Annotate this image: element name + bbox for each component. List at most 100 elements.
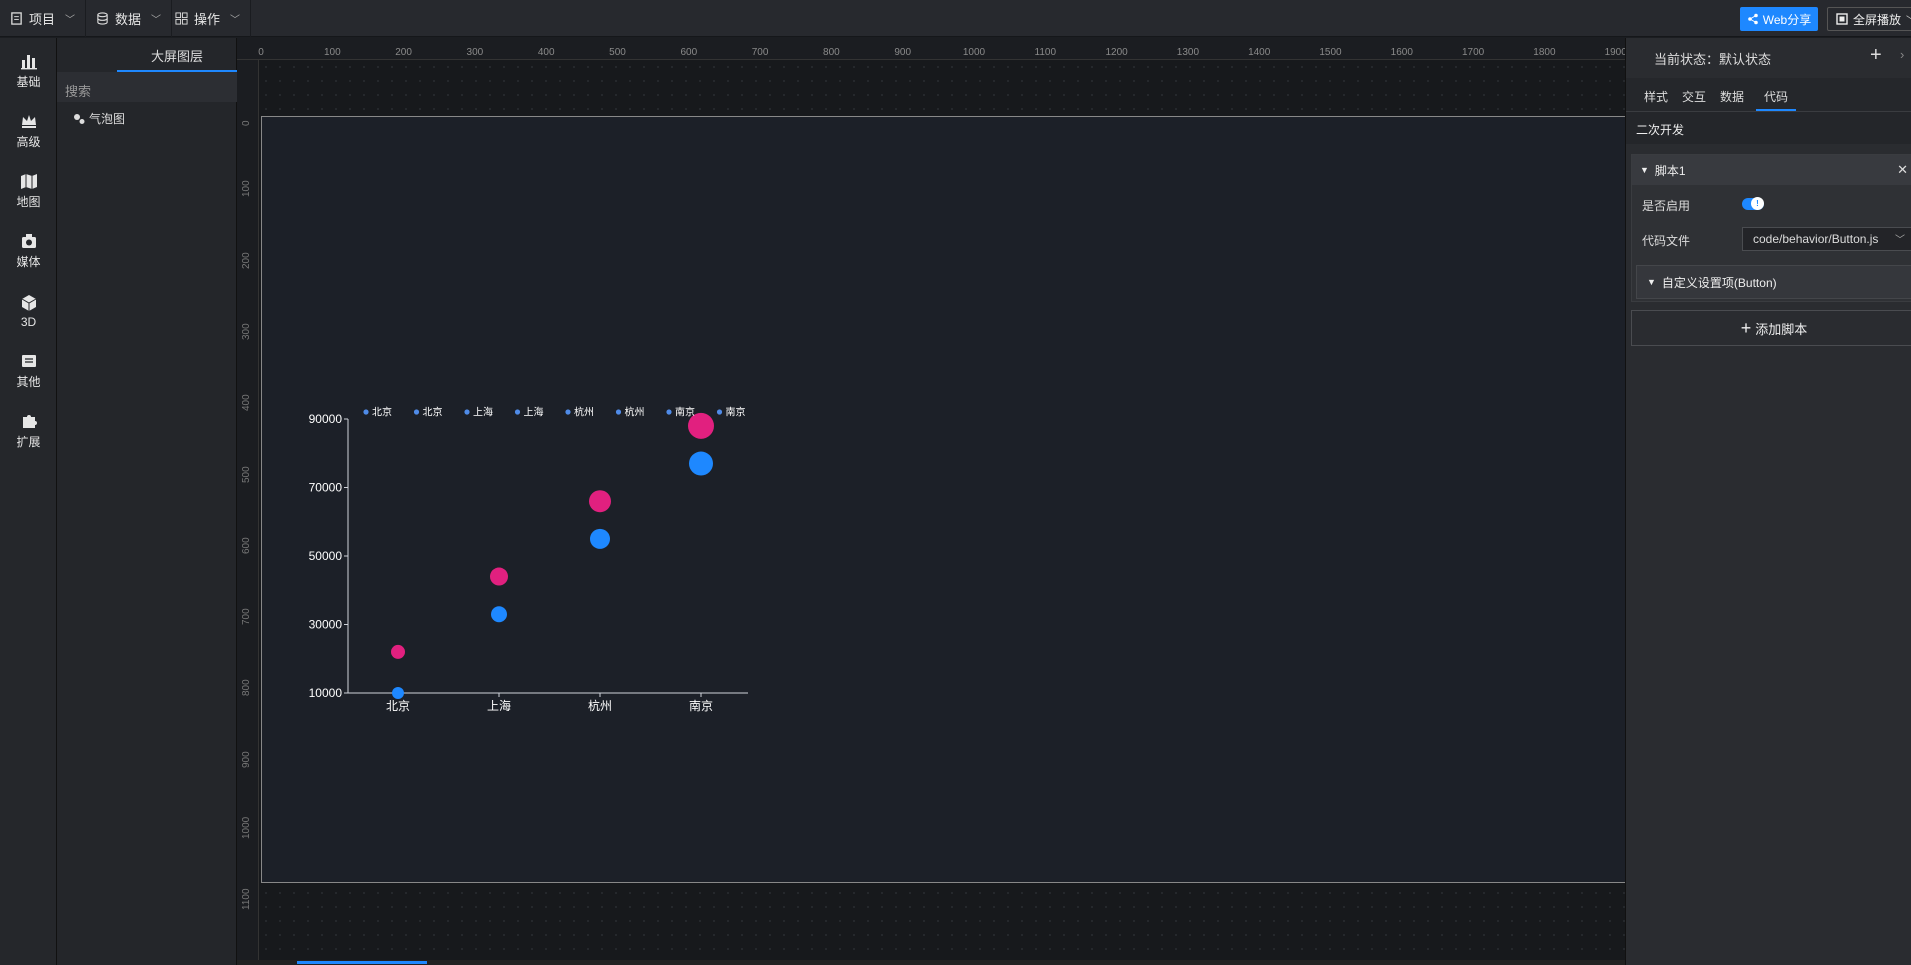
chevron-down-icon: ﹀ (1906, 12, 1911, 27)
legend-item-label: 北京 (423, 406, 443, 419)
layer-item[interactable]: 气泡图 (73, 110, 125, 127)
ruler-tick-label: 600 (241, 537, 252, 554)
legend-marker (514, 409, 521, 415)
ruler-tick-label: 800 (241, 679, 252, 697)
tab-interaction[interactable]: 交互 (1682, 88, 1706, 105)
document-icon (11, 12, 22, 25)
legend-item-label: 上海 (473, 406, 493, 419)
ruler-tick-label: 200 (395, 47, 412, 58)
add-script-button[interactable]: + 添加脚本 (1631, 310, 1911, 346)
nav-item-label: 高级 (16, 135, 41, 149)
nav-item-other[interactable]: 其他 (0, 346, 57, 396)
custom-settings-label: 自定义设置项(Button) (1661, 275, 1777, 290)
web-share-label: Web分享 (1762, 12, 1812, 27)
nav-item-label: 基础 (16, 75, 41, 89)
close-icon[interactable]: ✕ (1897, 162, 1908, 178)
nav-item-extension[interactable]: 扩展 (0, 406, 57, 456)
ruler-tick-label: 0 (258, 47, 264, 58)
tab-code[interactable]: 代码 (1764, 88, 1788, 105)
ruler-tick-label: 200 (241, 251, 252, 269)
big-screen-artboard[interactable]: 10000 30000 50000 70000 90000 北京 上海 杭州 南京 北京 北京 上海上… (261, 116, 1625, 883)
fullscreen-button[interactable]: 全屏播放 ﹀ (1827, 7, 1911, 31)
ruler-tick-label: 1400 (1248, 47, 1271, 58)
ruler-tick-label: 600 (680, 47, 698, 58)
bubble-point (491, 606, 507, 623)
legend-marker (565, 409, 571, 415)
legend-item-label: 上海 (524, 406, 544, 419)
x-tick-label: 北京 (386, 699, 410, 713)
ruler-tick-label: 1000 (962, 47, 986, 58)
layer-search-input[interactable]: 搜索 (57, 72, 237, 102)
y-tick-label: 10000 (309, 686, 343, 700)
menu-data-label: 数据 (115, 12, 142, 27)
ruler-tick-label: 700 (751, 47, 769, 58)
legend-item-label: 北京 (372, 406, 392, 419)
camera-icon (21, 234, 36, 248)
share-icon (1747, 13, 1758, 25)
nav-item-advanced[interactable]: 高级 (0, 106, 57, 156)
menu-data[interactable]: 数据 ﹀ (86, 0, 173, 37)
top-toolbar: 项目 ﹀ 数据 ﹀ 操作 ﹀ Web分享 全屏播放 ﹀ (0, 0, 1911, 37)
legend-item-label: 南京 (675, 406, 695, 419)
ruler-tick-label: 1100 (241, 888, 252, 911)
script-card: ▼ 脚本1 ✕ 是否启用 ! 代码文件 code/behavior/Button… (1631, 154, 1911, 302)
nav-item-label: 扩展 (16, 435, 41, 449)
add-state-icon[interactable]: + (1870, 44, 1882, 67)
bubble-point (392, 687, 404, 699)
x-tick-label: 杭州 (588, 698, 612, 713)
menu-operation-label: 操作 (194, 12, 221, 27)
custom-settings-section[interactable]: ▼ 自定义设置项(Button) (1636, 265, 1911, 299)
code-file-label: 代码文件 (1642, 234, 1691, 248)
ruler-tick-label: 400 (241, 394, 252, 412)
toggle-knob: ! (1751, 197, 1764, 210)
scrollbar-thumb[interactable] (297, 961, 427, 964)
nav-item-media[interactable]: 媒体 (0, 226, 57, 276)
legend-marker (615, 409, 622, 415)
add-script-label: 添加脚本 (1755, 321, 1808, 337)
fullscreen-icon (1836, 13, 1848, 25)
ruler-tick-label: 1000 (241, 816, 252, 839)
nav-item-3d[interactable]: 3D (0, 286, 57, 336)
crown-icon (21, 115, 36, 128)
menu-project[interactable]: 项目 ﹀ (0, 0, 87, 37)
grid-icon (175, 12, 188, 25)
ruler-tick-label: 1600 (1390, 47, 1413, 58)
y-tick-label: 30000 (309, 618, 343, 632)
ruler-vertical: 0 100 200 300 400 500 600 700 800 900 1000 1100 (237, 60, 259, 965)
bubble-point (689, 451, 713, 476)
legend-marker (666, 409, 672, 415)
nav-item-label: 其他 (16, 375, 41, 389)
ruler-tick-label: 400 (537, 47, 555, 58)
chevron-right-icon[interactable]: › (1900, 47, 1904, 62)
code-file-value: code/behavior/Button.js (1753, 232, 1879, 246)
bubble-chart[interactable]: 1000030000500007000090000北京 上海 杭州 南京北京 北京 上海上… (282, 347, 802, 713)
y-tick-label: 70000 (309, 481, 343, 495)
chevron-down-icon: ﹀ (151, 15, 162, 26)
ruler-tick-label: 800 (823, 47, 840, 58)
nav-item-label: 媒体 (16, 255, 41, 269)
x-tick-label: 上海 (487, 698, 511, 713)
nav-item-basic[interactable]: 基础 (0, 46, 57, 96)
editor-canvas[interactable]: 10000 30000 50000 70000 90000 北京 上海 杭州 南京 北京 北京 上海上… (259, 60, 1625, 965)
ruler-tick-label: 1800 (1533, 47, 1556, 58)
ruler-tick-label: 300 (466, 47, 484, 58)
script-header[interactable]: ▼ 脚本1 ✕ (1632, 155, 1911, 185)
legend-marker (464, 409, 470, 415)
ruler-tick-label: 900 (241, 751, 252, 768)
ruler-tick-label: 100 (323, 47, 341, 58)
enabled-toggle[interactable]: ! (1742, 197, 1764, 210)
ruler-tick-label: 700 (241, 608, 252, 626)
tab-style[interactable]: 样式 (1644, 88, 1668, 105)
caret-down-icon: ▼ (1640, 165, 1649, 175)
code-file-select[interactable]: code/behavior/Button.js ﹀ (1742, 227, 1911, 251)
menu-operation[interactable]: 操作 ﹀ (165, 0, 252, 37)
web-share-button[interactable]: Web分享 (1740, 7, 1818, 31)
ruler-tick-label: 100 (241, 180, 252, 198)
bottom-scrollbar[interactable] (237, 960, 1625, 965)
tab-layers[interactable]: 大屏图层 (117, 46, 237, 65)
tab-data[interactable]: 数据 (1720, 88, 1744, 105)
nav-item-map[interactable]: 地图 (0, 166, 57, 216)
nav-item-label: 地图 (16, 195, 41, 209)
component-category-nav: 基础 高级 地图 媒体 3D 其他 扩展 (0, 38, 57, 965)
ruler-tick-label: 1900 (1604, 47, 1625, 58)
